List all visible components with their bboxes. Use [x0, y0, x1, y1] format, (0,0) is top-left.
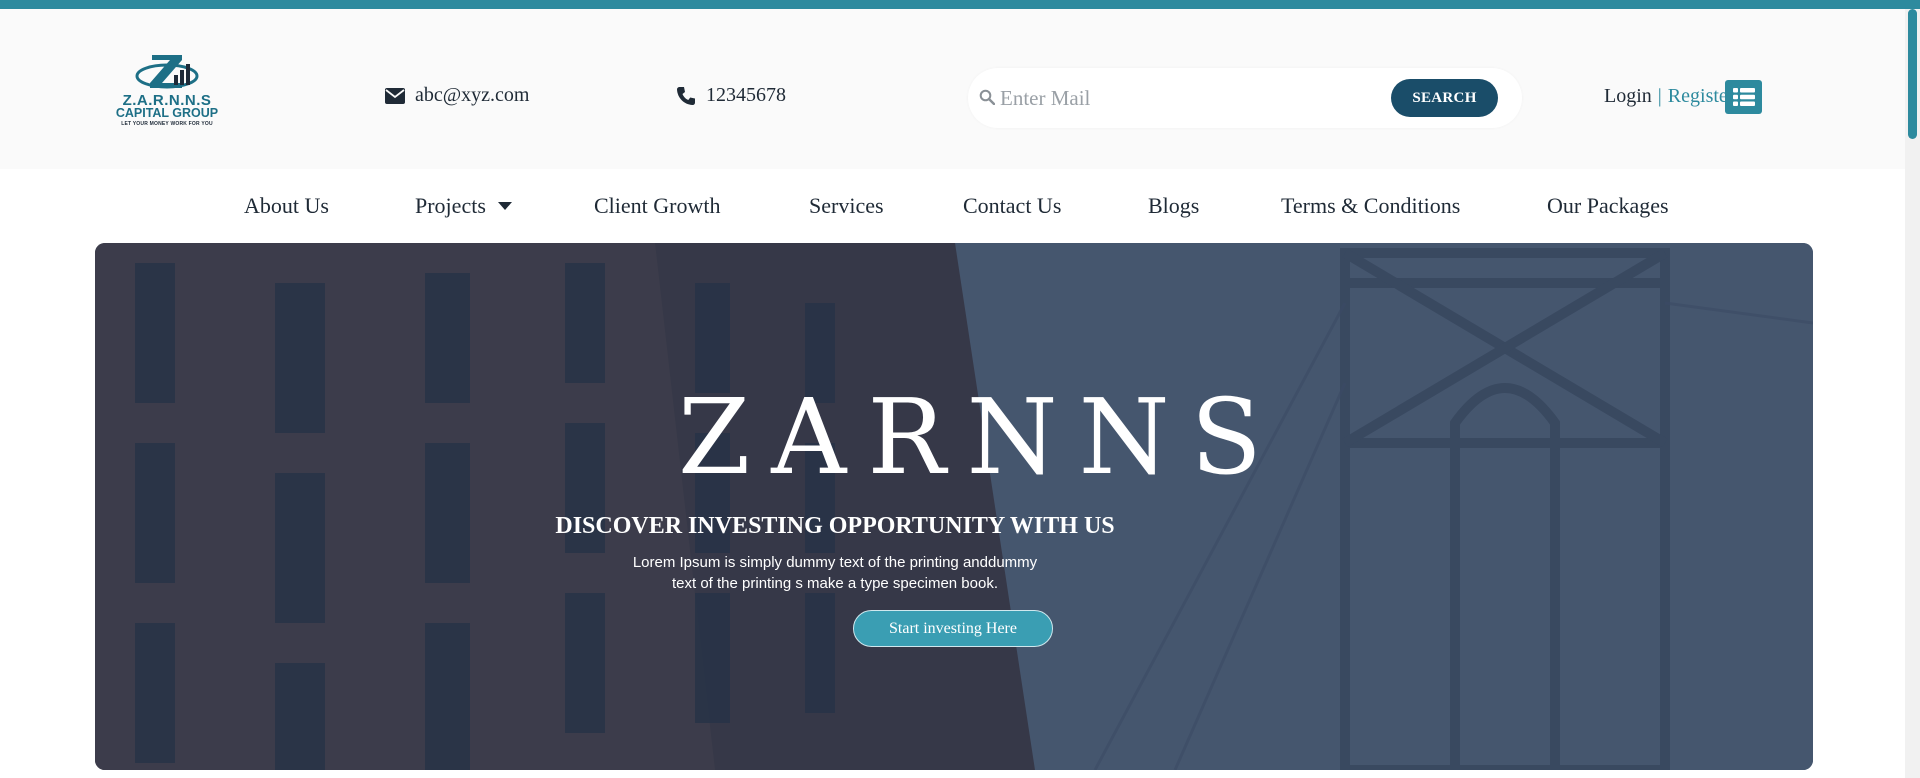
nav-item-services[interactable]: Services	[809, 193, 884, 219]
phone-icon	[677, 86, 695, 105]
menu-toggle-button[interactable]	[1725, 80, 1762, 114]
zarnns-logo-icon	[135, 55, 199, 89]
page-scrollbar[interactable]	[1905, 9, 1920, 778]
hero-description: Lorem Ipsum is simply dummy text of the …	[95, 552, 1813, 594]
nav-item-contact-us[interactable]: Contact Us	[963, 193, 1061, 219]
nav-label: Blogs	[1148, 193, 1200, 218]
phone-text: 12345678	[706, 84, 786, 106]
contact-phone[interactable]: 12345678	[676, 84, 786, 107]
contact-email[interactable]: abc@xyz.com	[385, 84, 529, 107]
nav-label: Client Growth	[594, 193, 721, 218]
nav-label: Services	[809, 193, 884, 218]
email-input[interactable]	[1000, 80, 1380, 116]
site-header: Z.A.R.N.N.S CAPITAL GROUP LET YOUR MONEY…	[0, 9, 1905, 169]
search-button[interactable]: SEARCH	[1391, 79, 1498, 117]
nav-label: Our Packages	[1547, 193, 1669, 218]
nav-label: Projects	[415, 193, 486, 218]
hero-title: ZARNNS	[678, 376, 1283, 498]
hero-banner: ZARNNS DISCOVER INVESTING OPPORTUNITY WI…	[95, 243, 1813, 770]
start-investing-button[interactable]: Start investing Here	[853, 610, 1053, 647]
brand-logo[interactable]: Z.A.R.N.N.S CAPITAL GROUP LET YOUR MONEY…	[112, 49, 222, 135]
brand-subtitle: CAPITAL GROUP	[115, 106, 219, 120]
nav-label: Terms & Conditions	[1281, 193, 1461, 218]
nav-item-projects[interactable]: Projects	[415, 193, 512, 219]
nav-item-blogs[interactable]: Blogs	[1148, 193, 1199, 219]
hero-description-line: Lorem Ipsum is simply dummy text of the …	[632, 554, 1038, 571]
hero-description-line: text of the printing s make a type speci…	[671, 575, 998, 592]
nav-item-our-packages[interactable]: Our Packages	[1547, 193, 1669, 219]
top-accent-bar	[0, 0, 1920, 9]
scrollbar-thumb[interactable]	[1908, 9, 1917, 139]
envelope-icon	[385, 87, 405, 104]
nav-label: Contact Us	[963, 193, 1062, 218]
auth-separator: |	[1657, 85, 1662, 107]
brand-tagline: LET YOUR MONEY WORK FOR YOU	[121, 121, 213, 127]
email-search-bar: SEARCH	[968, 68, 1522, 128]
list-icon	[1732, 88, 1755, 106]
main-navigation: About Us Projects Client Growth Services…	[0, 169, 1905, 243]
caret-down-icon	[497, 202, 512, 210]
nav-item-about-us[interactable]: About Us	[244, 193, 329, 219]
hero-overlay	[95, 243, 1813, 770]
email-text: abc@xyz.com	[415, 84, 530, 106]
auth-links: Login | Register	[1604, 85, 1734, 108]
hero-subtitle: DISCOVER INVESTING OPPORTUNITY WITH US	[555, 513, 1115, 539]
nav-item-terms-conditions[interactable]: Terms & Conditions	[1281, 193, 1460, 219]
login-link[interactable]: Login	[1604, 85, 1652, 108]
search-icon	[979, 89, 995, 105]
nav-label: About Us	[244, 193, 329, 218]
nav-item-client-growth[interactable]: Client Growth	[594, 193, 721, 219]
